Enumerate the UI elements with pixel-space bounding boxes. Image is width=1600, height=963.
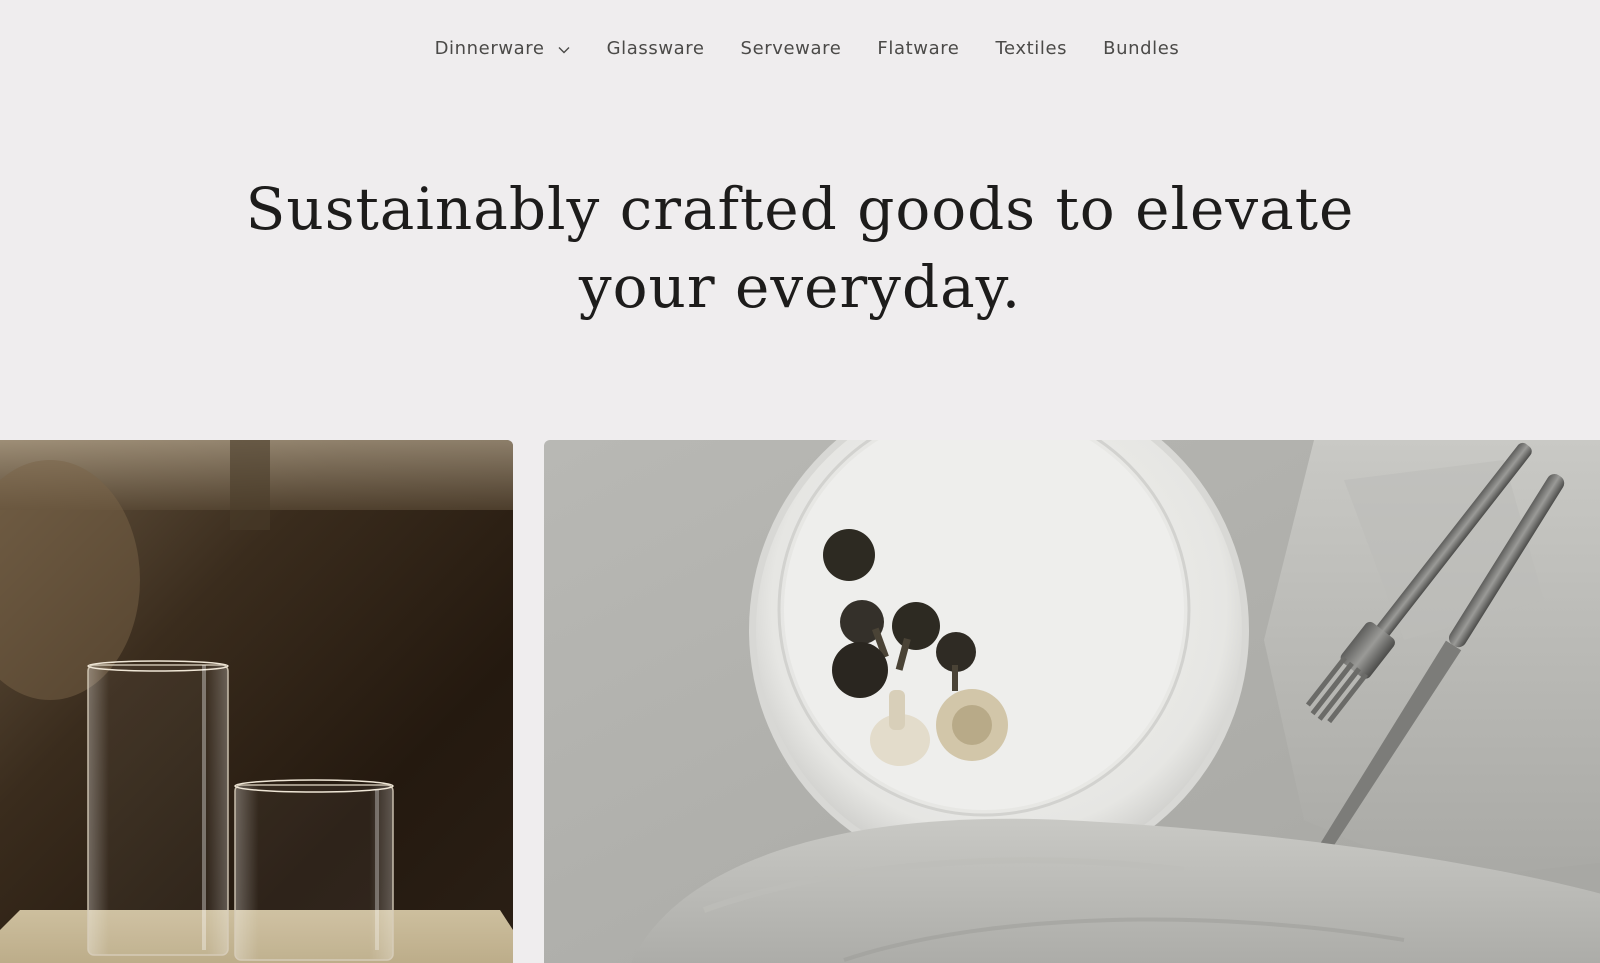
nav-item-label: Dinnerware xyxy=(434,37,545,59)
main-nav: Dinnerware Glassware Serveware Flatware … xyxy=(0,30,1600,66)
nav-item-bundles[interactable]: Bundles xyxy=(1103,38,1179,59)
nav-item-label: Serveware xyxy=(740,37,842,59)
dinnerware-image[interactable] xyxy=(544,440,1600,963)
nav-item-flatware[interactable]: Flatware xyxy=(877,38,959,59)
nav-item-glassware[interactable]: Glassware xyxy=(607,38,705,59)
nav-item-label: Bundles xyxy=(1103,37,1180,59)
hero-headline: Sustainably crafted goods to elevate you… xyxy=(245,175,1355,321)
nav-item-dinnerware[interactable]: Dinnerware xyxy=(435,38,571,59)
nav-item-serveware[interactable]: Serveware xyxy=(741,38,842,59)
page: Dinnerware Glassware Serveware Flatware … xyxy=(0,0,1600,963)
nav-item-textiles[interactable]: Textiles xyxy=(995,38,1067,59)
nav-item-label: Flatware xyxy=(877,37,960,59)
glassware-image[interactable] xyxy=(0,440,513,963)
chevron-down-icon[interactable] xyxy=(557,41,571,55)
nav-item-label: Glassware xyxy=(606,37,705,59)
nav-item-label: Textiles xyxy=(995,37,1068,59)
hero: Sustainably crafted goods to elevate you… xyxy=(0,170,1600,326)
